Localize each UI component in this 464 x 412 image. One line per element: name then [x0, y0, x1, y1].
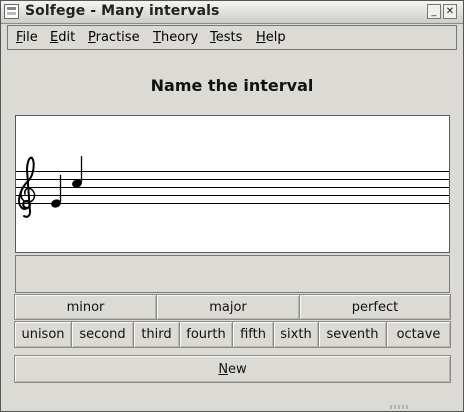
answer-seventh-button[interactable]: seventh: [318, 321, 387, 348]
new-button-label: ew: [228, 361, 247, 377]
answer-sixth-button[interactable]: sixth: [273, 321, 319, 348]
menu-help[interactable]: Help: [256, 30, 286, 45]
answer-perfect-button[interactable]: perfect: [299, 294, 451, 320]
resize-grip-icon[interactable]: [389, 404, 413, 410]
menu-help-label: elp: [265, 30, 286, 45]
menu-practise-label: ractise: [95, 30, 140, 45]
music-staff-display: [15, 115, 450, 253]
menu-bar: File Edit Practise Theory Tests Help: [7, 25, 457, 50]
menu-file-label: ile: [22, 30, 38, 45]
answer-third-button[interactable]: third: [133, 321, 180, 348]
staff-svg: [16, 156, 449, 218]
menu-file[interactable]: File: [16, 30, 38, 45]
menu-edit[interactable]: Edit: [50, 30, 75, 45]
answer-fourth-button[interactable]: fourth: [179, 321, 233, 348]
answer-octave-button[interactable]: octave: [386, 321, 451, 348]
answer-minor-button[interactable]: minor: [14, 294, 157, 320]
close-icon[interactable]: ✕: [443, 4, 457, 19]
menu-tests[interactable]: Tests: [210, 30, 242, 45]
answer-fifth-button[interactable]: fifth: [232, 321, 274, 348]
answer-second-button[interactable]: second: [71, 321, 134, 348]
menu-theory-mnemonic: T: [153, 30, 161, 45]
menu-help-mnemonic: H: [256, 30, 266, 45]
answer-unison-button[interactable]: unison: [14, 321, 72, 348]
feedback-area: [15, 255, 450, 293]
menu-tests-label: ests: [215, 30, 243, 45]
menu-theory[interactable]: Theory: [153, 30, 198, 45]
menu-practise-mnemonic: P: [88, 30, 96, 45]
app-window: Solfege - Many intervals _ ✕ File Edit P…: [0, 0, 464, 412]
window-title: Solfege - Many intervals: [25, 3, 220, 19]
exercise-prompt: Name the interval: [150, 76, 314, 95]
minimize-icon[interactable]: _: [427, 4, 441, 19]
menu-edit-label: dit: [58, 30, 76, 45]
menu-edit-mnemonic: E: [50, 30, 59, 45]
title-bar[interactable]: Solfege - Many intervals _ ✕: [1, 1, 463, 24]
new-button-mnemonic: N: [218, 361, 229, 377]
new-question-button[interactable]: New: [14, 355, 451, 383]
menu-theory-label: heory: [160, 30, 199, 45]
note-b4: [72, 156, 83, 188]
menu-practise[interactable]: Practise: [88, 30, 140, 45]
app-menu-icon[interactable]: [4, 4, 19, 19]
answer-major-button[interactable]: major: [156, 294, 300, 320]
note-e4: [51, 175, 62, 208]
